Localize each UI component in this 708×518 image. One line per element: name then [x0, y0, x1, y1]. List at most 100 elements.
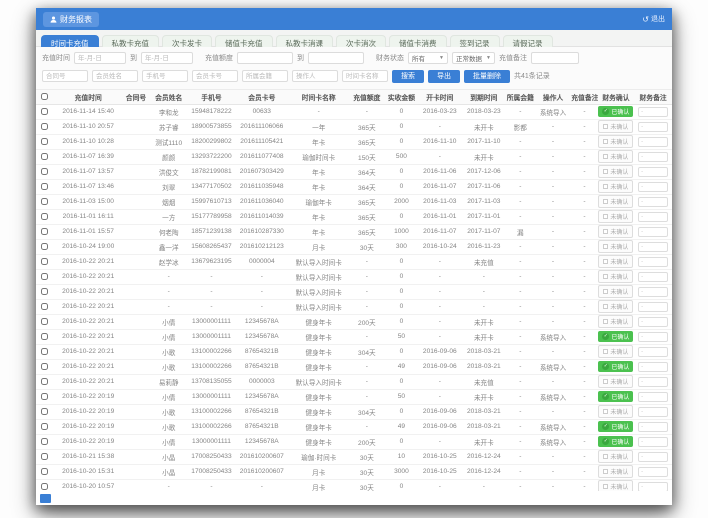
pagination-button[interactable] — [40, 494, 51, 503]
row-checkbox[interactable] — [41, 408, 48, 415]
row-checkbox[interactable] — [41, 258, 48, 265]
finance-note-input[interactable] — [638, 227, 668, 237]
search-field[interactable] — [292, 70, 338, 82]
finance-note-input[interactable] — [638, 347, 668, 357]
finance-status-select[interactable]: 所有 ▼ — [408, 52, 448, 64]
row-checkbox[interactable] — [41, 228, 48, 235]
finance-note-input[interactable] — [638, 182, 668, 192]
row-checkbox[interactable] — [41, 468, 48, 475]
finance-note-input[interactable] — [638, 167, 668, 177]
unconfirmed-chip[interactable]: 未确认 — [598, 465, 633, 478]
row-checkbox[interactable] — [41, 288, 48, 295]
row-checkbox[interactable] — [41, 438, 48, 445]
finance-note-input[interactable] — [638, 137, 668, 147]
row-checkbox[interactable] — [41, 363, 48, 370]
finance-note-input[interactable] — [638, 197, 668, 207]
row-checkbox[interactable] — [41, 108, 48, 115]
row-checkbox[interactable] — [41, 243, 48, 250]
row-checkbox[interactable] — [41, 333, 48, 340]
remark-input[interactable] — [531, 52, 579, 64]
row-checkbox[interactable] — [41, 483, 48, 490]
row-checkbox[interactable] — [41, 183, 48, 190]
row-checkbox[interactable] — [41, 198, 48, 205]
finance-note-input[interactable] — [638, 302, 668, 312]
finance-note-input[interactable] — [638, 467, 668, 477]
finance-note-input[interactable] — [638, 272, 668, 282]
date-to-input[interactable] — [141, 52, 193, 64]
unconfirmed-chip[interactable]: 未确认 — [598, 375, 633, 388]
finance-note-input[interactable] — [638, 422, 668, 432]
unconfirmed-chip[interactable]: 未确认 — [598, 135, 633, 148]
finance-note-input[interactable] — [638, 482, 668, 492]
quota-from-input[interactable] — [237, 52, 293, 64]
cell: - — [571, 164, 597, 179]
row-checkbox[interactable] — [41, 378, 48, 385]
finance-note-input[interactable] — [638, 437, 668, 447]
finance-note-input[interactable] — [638, 257, 668, 267]
unconfirmed-chip[interactable]: 未确认 — [598, 300, 633, 313]
confirmed-badge[interactable]: ✓已确认 — [598, 106, 633, 117]
row-checkbox[interactable] — [41, 303, 48, 310]
row-checkbox[interactable] — [41, 393, 48, 400]
row-checkbox[interactable] — [41, 138, 48, 145]
finance-note-input[interactable] — [638, 242, 668, 252]
unconfirmed-chip[interactable]: 未确认 — [598, 225, 633, 238]
search-field[interactable] — [192, 70, 238, 82]
row-checkbox[interactable] — [41, 348, 48, 355]
finance-note-input[interactable] — [638, 107, 668, 117]
finance-note-input[interactable] — [638, 317, 668, 327]
search-field[interactable] — [242, 70, 288, 82]
data-state-select[interactable]: 正常数据 ▼ — [452, 52, 495, 64]
finance-note-input[interactable] — [638, 212, 668, 222]
unconfirmed-chip[interactable]: 未确认 — [598, 240, 633, 253]
unconfirmed-chip[interactable]: 未确认 — [598, 150, 633, 163]
search-field[interactable] — [92, 70, 138, 82]
confirmed-badge[interactable]: ✓已确认 — [598, 331, 633, 342]
export-button[interactable]: 导出 — [428, 70, 460, 83]
unconfirmed-chip[interactable]: 未确认 — [598, 450, 633, 463]
row-checkbox[interactable] — [41, 453, 48, 460]
confirmed-badge[interactable]: ✓已确认 — [598, 391, 633, 402]
finance-note-input[interactable] — [638, 362, 668, 372]
unconfirmed-chip[interactable]: 未确认 — [598, 195, 633, 208]
unconfirmed-chip[interactable]: 未确认 — [598, 165, 633, 178]
finance-note-input[interactable] — [638, 287, 668, 297]
finance-note-input[interactable] — [638, 452, 668, 462]
search-button[interactable]: 搜索 — [392, 70, 424, 83]
finance-note-input[interactable] — [638, 122, 668, 132]
unconfirmed-chip[interactable]: 未确认 — [598, 270, 633, 283]
finance-note-input[interactable] — [638, 407, 668, 417]
row-checkbox[interactable] — [41, 213, 48, 220]
search-field[interactable] — [42, 70, 88, 82]
row-checkbox[interactable] — [41, 318, 48, 325]
logout-button[interactable]: ↺ 退出 — [642, 14, 665, 24]
row-checkbox[interactable] — [41, 423, 48, 430]
unconfirmed-chip[interactable]: 未确认 — [598, 345, 633, 358]
search-field[interactable] — [342, 70, 388, 82]
date-from-input[interactable] — [74, 52, 126, 64]
unconfirmed-chip[interactable]: 未确认 — [598, 180, 633, 193]
row-checkbox[interactable] — [41, 153, 48, 160]
row-checkbox[interactable] — [41, 123, 48, 130]
select-all-checkbox[interactable] — [41, 93, 48, 100]
finance-note-input[interactable] — [638, 152, 668, 162]
unconfirmed-chip[interactable]: 未确认 — [598, 120, 633, 133]
row-checkbox[interactable] — [41, 168, 48, 175]
app-title-chip[interactable]: 财务报表 — [43, 12, 99, 27]
unconfirmed-chip[interactable]: 未确认 — [598, 480, 633, 491]
quota-to-input[interactable] — [308, 52, 364, 64]
finance-note-input[interactable] — [638, 332, 668, 342]
confirmed-badge[interactable]: ✓已确认 — [598, 361, 633, 372]
finance-note-input[interactable] — [638, 377, 668, 387]
confirmed-badge[interactable]: ✓已确认 — [598, 436, 633, 447]
unconfirmed-chip[interactable]: 未确认 — [598, 255, 633, 268]
row-checkbox[interactable] — [41, 273, 48, 280]
unconfirmed-chip[interactable]: 未确认 — [598, 315, 633, 328]
search-field[interactable] — [142, 70, 188, 82]
unconfirmed-chip[interactable]: 未确认 — [598, 210, 633, 223]
finance-note-input[interactable] — [638, 392, 668, 402]
confirmed-badge[interactable]: ✓已确认 — [598, 421, 633, 432]
unconfirmed-chip[interactable]: 未确认 — [598, 285, 633, 298]
batch-delete-button[interactable]: 批量删除 — [464, 70, 510, 83]
unconfirmed-chip[interactable]: 未确认 — [598, 405, 633, 418]
